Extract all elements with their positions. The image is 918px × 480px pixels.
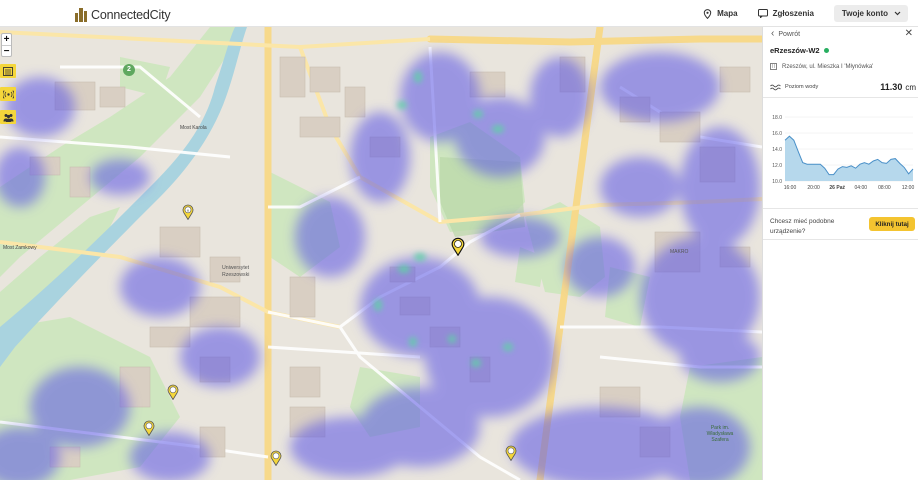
x-tick-label: 08:00 [878,185,891,191]
city-logo-icon [74,6,90,22]
water-level-label: Poziom wody [785,84,819,90]
device-address: Rzeszów, ul. Mieszka I 'Młynówka' [770,63,873,70]
city-map[interactable]: Most Zamkowy Most Karola Uniwersytet Rze… [0,27,762,480]
map-controls: + − [0,33,16,124]
address-text: Rzeszów, ul. Mieszka I 'Młynówka' [782,63,874,70]
chevron-left-icon: ‹ [771,28,775,39]
y-tick-label: 14.0 [772,147,782,153]
svg-text:ϭ: ϭ [187,208,189,212]
zoom-in-button[interactable]: + [2,34,11,45]
water-waves-icon [770,84,781,90]
account-label: Twoje konto [841,9,888,18]
list-icon [3,66,13,76]
sensor-marker-selected[interactable] [451,237,465,256]
people-icon [3,113,13,122]
status-dot [823,48,829,53]
y-tick-label: 10.0 [772,179,782,185]
divider [763,97,918,98]
water-level-row: Poziom wody 11.30 cm [770,82,916,92]
water-level-chart[interactable]: 10.0 12.0 14.0 16.0 18.0 16:00 20:00 26 Paź 04:0… [763,109,918,199]
sensor-marker[interactable] [505,445,517,461]
map-label-uniwersytet: Uniwersytet Rzeszowski [222,265,250,278]
map-pin-icon [703,8,712,19]
signal-icon [2,89,14,99]
nav-reports-label: Zgłoszenia [772,9,814,18]
sensor-marker[interactable]: ϭ [182,204,194,220]
nav-map-label: Mapa [717,9,738,18]
sensor-marker[interactable] [143,420,155,436]
sensor-marker[interactable] [270,450,282,466]
account-dropdown[interactable]: Twoje konto [833,5,908,22]
map-label-makro: MAKRO [670,249,689,255]
back-label: Powrót [778,30,801,38]
divider [763,208,918,209]
x-tick-label: 26 Paź [829,185,845,191]
brand-name: ConnectedCity [91,8,171,22]
x-tick-label: 16:00 [784,185,797,191]
back-button[interactable]: ‹ Powrót [771,28,801,39]
x-tick-label: 04:00 [855,185,868,191]
y-tick-label: 12.0 [772,163,782,169]
click-here-button[interactable]: Kliknij tutaj [869,217,915,231]
zoom-out-button[interactable]: − [2,45,11,57]
sensor-marker[interactable] [167,384,179,400]
map-label-most-zamkowy: Most Zamkowy [3,245,37,251]
device-title: eRzeszów-W2 [770,46,829,55]
x-tick-label: 20:00 [807,185,820,191]
nav-map-link[interactable]: Mapa [703,8,738,19]
x-tick-label: 12:00 [902,185,915,191]
sensors-layer-button[interactable] [0,87,16,101]
close-icon[interactable]: ✕ [905,28,913,39]
brand-logo[interactable]: ConnectedCity [74,4,171,22]
report-icon [757,9,768,18]
map-label-most-karola: Most Karola [180,125,207,131]
chevron-down-icon [894,11,901,16]
map-tiles [0,27,762,480]
divider [763,239,918,240]
cluster-marker[interactable]: 2 [123,64,135,76]
zoom-control: + − [1,33,12,57]
device-name: eRzeszów-W2 [770,46,820,55]
map-label-park: Park im. Władysława Szafera [706,425,734,443]
cluster-count: 2 [127,66,131,73]
promo-question: Chcesz mieć podobne urządzenie? [770,218,835,235]
device-panel: ‹ Powrót ✕ eRzeszów-W2 Rzeszów, ul. Mies… [762,27,918,480]
water-level-value: 11.30 [880,82,903,92]
building-icon [770,63,777,70]
top-bar: ConnectedCity Mapa Zgłoszenia Twoje kont… [0,0,918,27]
nav-reports-link[interactable]: Zgłoszenia [757,9,814,18]
top-nav: Mapa Zgłoszenia Twoje konto [703,4,908,23]
y-tick-label: 16.0 [772,131,782,137]
layer-list-button[interactable] [0,64,16,78]
population-layer-button[interactable] [0,110,16,124]
water-level-unit: cm [905,82,916,92]
y-tick-label: 18.0 [772,115,782,121]
